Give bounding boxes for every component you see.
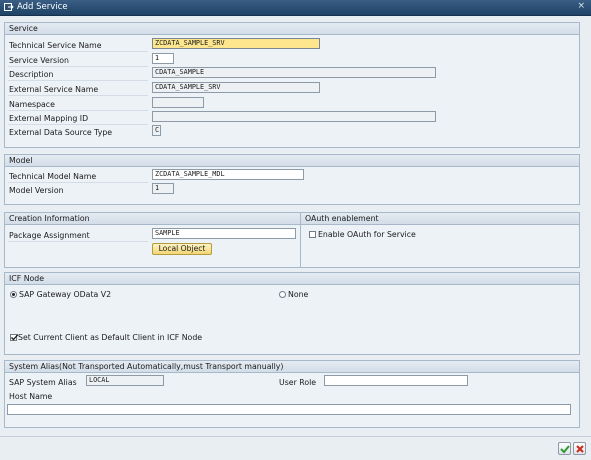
radio-none[interactable] [279, 291, 286, 298]
icf-node-header: ICF Node [5, 273, 579, 285]
description-field[interactable]: CDATA_SAMPLE [152, 67, 436, 78]
technical-service-name-field[interactable]: ZCDATA_SAMPLE_SRV [152, 38, 320, 49]
window-titlebar: Add Service × [0, 0, 591, 16]
local-object-button[interactable]: Local Object [152, 243, 212, 255]
sap-system-alias-field[interactable]: LOCAL [86, 375, 164, 386]
external-data-source-type-field[interactable]: C [152, 125, 161, 136]
sap-gateway-odata-v2-label: SAP Gateway OData V2 [19, 290, 112, 299]
service-group-header: Service [5, 23, 579, 35]
creation-information-group: Creation Information OAuth enablement Pa… [4, 212, 580, 268]
package-assignment-field[interactable]: SAMPLE [152, 228, 296, 239]
section-divider [300, 213, 301, 267]
user-role-label: User Role [279, 378, 317, 387]
external-service-name-label: External Service Name [9, 85, 99, 94]
close-icon[interactable]: × [577, 1, 585, 11]
external-mapping-id-label: External Mapping ID [9, 114, 89, 123]
model-group-header: Model [5, 155, 579, 167]
creation-information-header: Creation Information OAuth enablement [5, 213, 579, 225]
system-alias-header: System Alias(Not Transported Automatical… [5, 361, 579, 373]
sap-system-alias-label: SAP System Alias [9, 378, 77, 387]
host-name-label: Host Name [9, 392, 53, 401]
oauth-enablement-title: OAuth enablement [305, 214, 379, 223]
service-version-field[interactable]: 1 [152, 53, 174, 64]
radio-sap-gateway-odata-v2[interactable] [10, 291, 17, 298]
external-data-source-type-label: External Data Source Type [9, 128, 113, 137]
host-name-field[interactable] [7, 404, 571, 415]
footer-separator [0, 436, 591, 437]
default-client-label: Set Current Client as Default Client in … [18, 333, 203, 342]
model-group: Model Technical Model Name ZCDATA_SAMPLE… [4, 154, 580, 205]
external-mapping-id-field[interactable] [152, 111, 436, 122]
technical-model-name-field[interactable]: ZCDATA_SAMPLE_MDL [152, 169, 304, 180]
default-client-checkbox[interactable] [10, 334, 19, 341]
service-group: Service Technical Service Name ZCDATA_SA… [4, 22, 580, 148]
window-title: Add Service [17, 2, 68, 12]
namespace-label: Namespace [9, 100, 55, 109]
technical-model-name-label: Technical Model Name [9, 172, 97, 181]
description-label: Description [9, 70, 54, 79]
enable-oauth-label: Enable OAuth for Service [318, 230, 416, 239]
ok-button[interactable] [558, 442, 571, 455]
external-service-name-field[interactable]: CDATA_SAMPLE_SRV [152, 82, 320, 93]
technical-service-name-label: Technical Service Name [9, 41, 102, 50]
enable-oauth-checkbox[interactable] [309, 231, 316, 238]
none-label: None [288, 290, 309, 299]
namespace-field[interactable] [152, 97, 204, 108]
cancel-button[interactable] [573, 442, 586, 455]
package-assignment-label: Package Assignment [9, 231, 90, 240]
model-version-label: Model Version [9, 186, 64, 195]
creation-information-title: Creation Information [9, 214, 90, 223]
add-service-icon [4, 2, 14, 12]
system-alias-group: System Alias(Not Transported Automatical… [4, 360, 580, 428]
icf-node-group: ICF Node SAP Gateway OData V2 None Set C… [4, 272, 580, 355]
user-role-field[interactable] [324, 375, 468, 386]
model-version-field[interactable]: 1 [152, 183, 174, 194]
service-version-label: Service Version [9, 56, 69, 65]
